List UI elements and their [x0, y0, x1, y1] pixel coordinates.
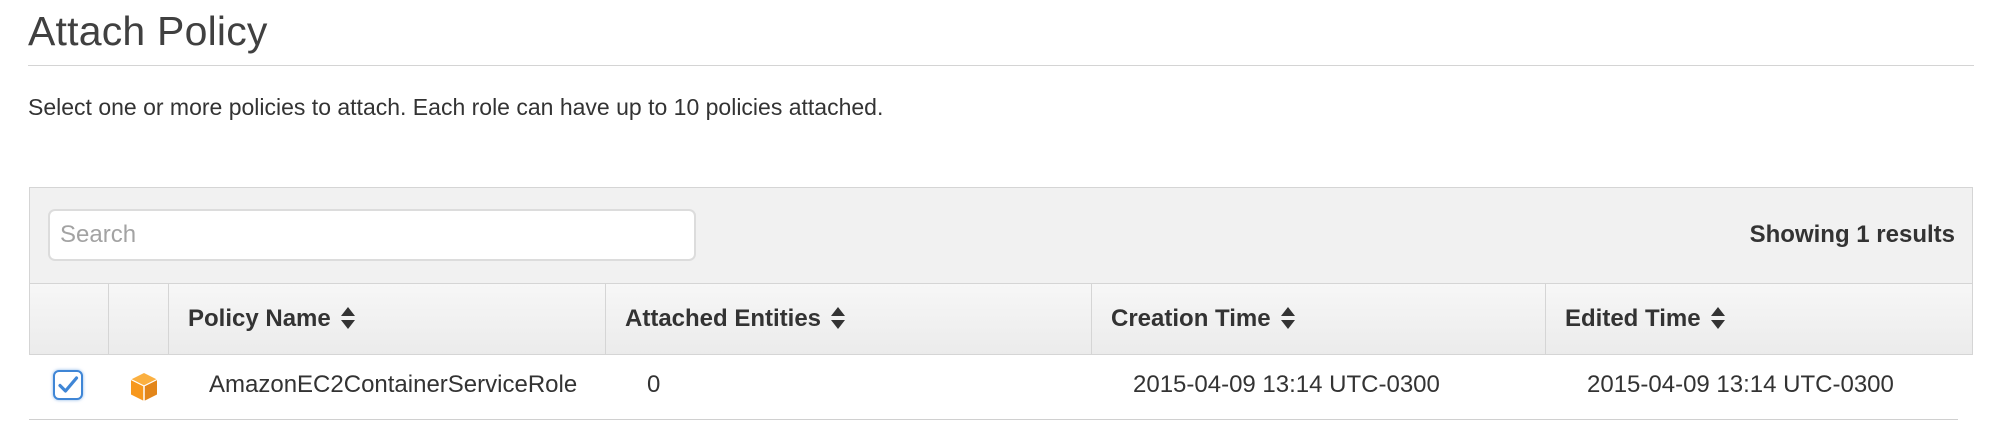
results-count: Showing 1 results: [1749, 221, 1955, 248]
row-select-checkbox[interactable]: [53, 370, 83, 400]
sort-icon[interactable]: [340, 306, 355, 329]
policy-name-cell[interactable]: AmazonEC2ContainerServiceRole: [209, 371, 577, 399]
policy-table-panel: Showing 1 results Policy Name Attached E…: [29, 187, 1973, 420]
sort-icon[interactable]: [831, 306, 846, 329]
column-header-edited-time[interactable]: Edited Time: [1546, 284, 1972, 354]
edited-time-cell: 2015-04-09 13:14 UTC-0300: [1587, 371, 1894, 398]
creation-time-cell: 2015-04-09 13:14 UTC-0300: [1133, 371, 1440, 398]
search-input[interactable]: [48, 209, 696, 261]
sort-icon[interactable]: [1710, 306, 1725, 329]
column-header-select: [30, 284, 109, 354]
column-label-creation-time: Creation Time: [1111, 305, 1271, 332]
column-label-edited-time: Edited Time: [1565, 305, 1701, 332]
attached-entities-cell: 0: [647, 371, 661, 398]
aws-managed-policy-cube-icon: [130, 373, 158, 401]
column-header-attached-entities[interactable]: Attached Entities: [606, 284, 1092, 354]
table-toolbar: Showing 1 results: [29, 187, 1973, 284]
page-title: Attach Policy: [28, 8, 268, 54]
table-header: Policy Name Attached Entities Creation T…: [29, 283, 1973, 355]
column-label-policy-name: Policy Name: [188, 305, 331, 332]
title-divider: [28, 65, 1974, 66]
row-divider: [29, 419, 1958, 420]
attach-policy-page: Attach Policy Select one or more policie…: [0, 0, 2002, 438]
column-label-attached-entities: Attached Entities: [625, 305, 822, 332]
column-header-policy-name[interactable]: Policy Name: [169, 284, 606, 354]
table-row[interactable]: AmazonEC2ContainerServiceRole 0 2015-04-…: [29, 354, 1971, 416]
column-header-creation-time[interactable]: Creation Time: [1092, 284, 1546, 354]
page-description: Select one or more policies to attach. E…: [28, 94, 884, 120]
column-header-icon: [109, 284, 169, 354]
sort-icon[interactable]: [1280, 306, 1295, 329]
checkmark-icon: [58, 376, 79, 393]
